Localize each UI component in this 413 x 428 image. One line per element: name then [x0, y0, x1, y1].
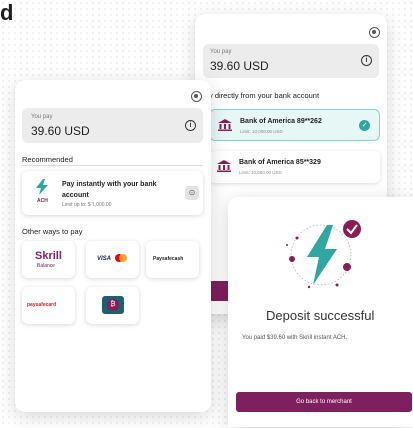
pay-amount: 39.60 USD — [31, 124, 90, 138]
card-tile[interactable]: VISA — [86, 241, 139, 278]
deposit-success-panel: Deposit successful You paid $39.60 with … — [228, 197, 413, 427]
paysafecard-logo: paysafecard — [27, 302, 57, 308]
skrill-logo: Skrill — [35, 250, 62, 262]
ach-pay-option[interactable]: ACH Pay instantly with your bank account… — [22, 171, 203, 215]
deposit-success-illustration — [286, 220, 361, 289]
recommended-label: Recommended — [22, 155, 73, 164]
bank-limit: Limit: 10,000.00 USD — [240, 129, 283, 134]
pay-amount-box: You pay 39.60 USD i — [203, 44, 379, 78]
info-icon[interactable]: i — [185, 120, 196, 131]
bank-name: Bank of America 89**262 — [240, 118, 322, 125]
other-ways-label: Other ways to pay — [22, 227, 83, 236]
crypto-tile[interactable]: ₿ Crypto wallet — [86, 287, 139, 324]
info-icon[interactable]: i — [361, 55, 372, 66]
bank-limit: Limit: 10,000.00 USD — [239, 170, 282, 175]
paysafecash-logo: Paysafecash — [153, 256, 184, 262]
heading-fragment: d — [0, 0, 14, 25]
crypto-label: Crypto wallet — [86, 287, 87, 288]
check-icon: ✓ — [359, 120, 370, 131]
ach-logo-text: ACH — [37, 198, 48, 204]
pay-amount-box: You pay 39.60 USD i — [22, 108, 203, 143]
skrill-sub: Balance — [37, 263, 56, 269]
bank-icon — [218, 119, 232, 131]
bank-account-row[interactable]: Bank of America 85**329 Limit: 10,000.00… — [209, 151, 380, 183]
payment-methods-panel: You pay 39.60 USD i Recommended ACH Pay … — [15, 80, 211, 412]
bitcoin-icon: ₿ — [107, 299, 119, 311]
pay-label: You pay — [31, 114, 53, 120]
pay-label: You pay — [210, 49, 232, 55]
go-back-to-merchant-button[interactable]: Go back to merchant — [236, 392, 412, 412]
divider — [22, 165, 203, 166]
bank-name: Bank of America 85**329 — [239, 159, 321, 166]
bank-section-label: y directly from your bank account — [209, 91, 320, 100]
ach-title: Pay instantly with your bank account — [62, 181, 157, 199]
paysafecash-tile[interactable]: Paysafecash — [146, 241, 199, 278]
bank-icon — [217, 160, 231, 172]
mastercard-icon — [115, 254, 127, 264]
skrill-tile[interactable]: Skrill Balance — [22, 241, 75, 278]
pay-amount: 39.60 USD — [210, 59, 269, 73]
visa-logo: VISA — [97, 256, 112, 262]
ach-limit: Limit up to: $ 1,000.00 — [62, 202, 112, 208]
success-title: Deposit successful — [266, 308, 375, 323]
settings-icon[interactable] — [191, 91, 202, 102]
paysafecard-tile[interactable]: paysafecard — [22, 287, 75, 324]
success-message: You paid $39.60 with Skrill instant ACH. — [242, 335, 348, 341]
info-icon[interactable]: ⊙ — [185, 186, 199, 200]
bank-account-row-selected[interactable]: Bank of America 89**262 Limit: 10,000.00… — [209, 109, 380, 141]
settings-icon[interactable] — [369, 27, 380, 38]
ach-lightning-icon — [36, 179, 48, 195]
